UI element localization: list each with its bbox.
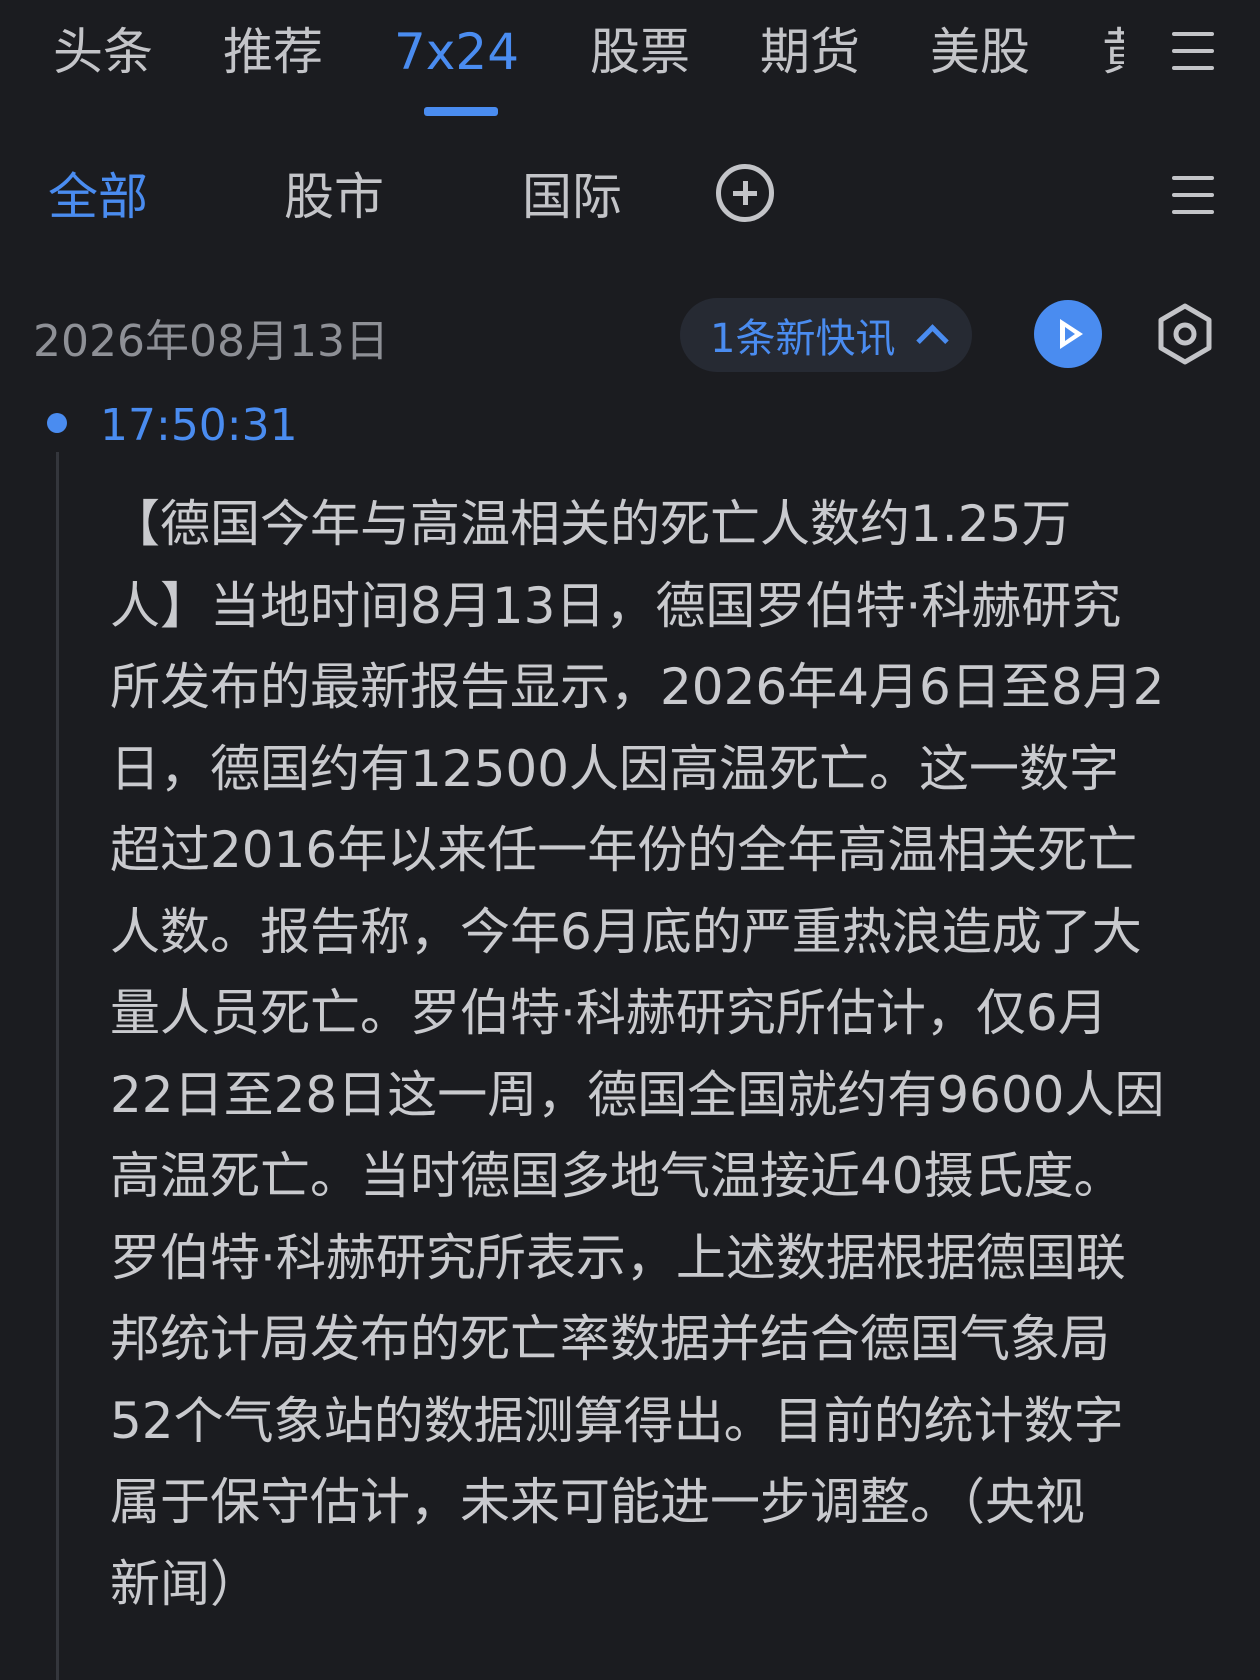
tab-7x24[interactable]: 7x24: [394, 22, 519, 82]
tab-futures[interactable]: 期货: [760, 22, 860, 82]
article-line: 所发布的最新报告显示，2026年4月6日至8月2: [110, 658, 1165, 716]
new-flash-label: 1条新快讯: [710, 316, 896, 362]
play-icon[interactable]: [1034, 300, 1102, 368]
add-category-icon[interactable]: [716, 164, 774, 222]
article-line: 超过2016年以来任一年份的全年高温相关死亡: [110, 821, 1138, 879]
tab-gold-clipped[interactable]: 黄: [1102, 0, 1124, 120]
article-line: 量人员死亡。罗伯特·科赫研究所估计，仅6月: [110, 984, 1108, 1042]
article-line: 邦统计局发布的死亡率数据并结合德国气象局: [110, 1310, 1110, 1368]
tab-recommend[interactable]: 推荐: [223, 22, 323, 82]
article-line: 人数。报告称，今年6月底的严重热浪造成了大: [110, 902, 1142, 961]
subtab-international[interactable]: 国际: [522, 167, 622, 227]
category-menu-icon[interactable]: [1172, 176, 1214, 214]
subtab-stock-market[interactable]: 股市: [284, 167, 384, 227]
timeline-line: [56, 452, 59, 1680]
article-line: 高温死亡。当时德国多地气温接近40摄氏度。: [110, 1147, 1124, 1205]
timeline-dot: [47, 413, 67, 433]
article-line: 22日至28日这一周，德国全国就约有9600人因: [110, 1065, 1165, 1124]
chevron-up-icon: [916, 323, 950, 357]
article-line: 52个气象站的数据测算得出。目前的统计数字: [110, 1391, 1124, 1450]
tab-us-stocks[interactable]: 美股: [930, 22, 1030, 82]
tab-gold[interactable]: 黄: [1102, 22, 1124, 82]
date-header: 2026年08月13日: [33, 316, 389, 367]
news-time: 17:50:31: [100, 400, 298, 451]
article-line: 人】当地时间8月13日，德国罗伯特·科赫研究: [110, 576, 1122, 635]
article-line: 日，德国约有12500人因高温死亡。这一数字: [110, 739, 1120, 798]
new-flash-button[interactable]: 1条新快讯: [680, 298, 972, 372]
settings-hexagon-icon[interactable]: [1154, 302, 1216, 366]
article-line: 【德国今年与高温相关的死亡人数约1.25万: [110, 495, 1072, 553]
news-article[interactable]: 【德国今年与高温相关的死亡人数约1.25万 人】当地时间8月13日，德国罗伯特·…: [110, 484, 1220, 1625]
article-line: 属于保守估计，未来可能进一步调整。（央视: [110, 1473, 1085, 1531]
tab-headlines[interactable]: 头条: [53, 22, 153, 82]
tab-stocks[interactable]: 股票: [590, 22, 690, 82]
subtab-all[interactable]: 全部: [48, 167, 148, 227]
channel-menu-icon[interactable]: [1172, 32, 1214, 70]
article-line: 罗伯特·科赫研究所表示，上述数据根据德国联: [110, 1228, 1126, 1287]
article-line: 新闻）: [110, 1554, 260, 1613]
top-channel-nav: 头条 推荐 7x24 股票 期货 美股 黄: [0, 0, 1260, 120]
active-tab-indicator: [424, 107, 498, 116]
